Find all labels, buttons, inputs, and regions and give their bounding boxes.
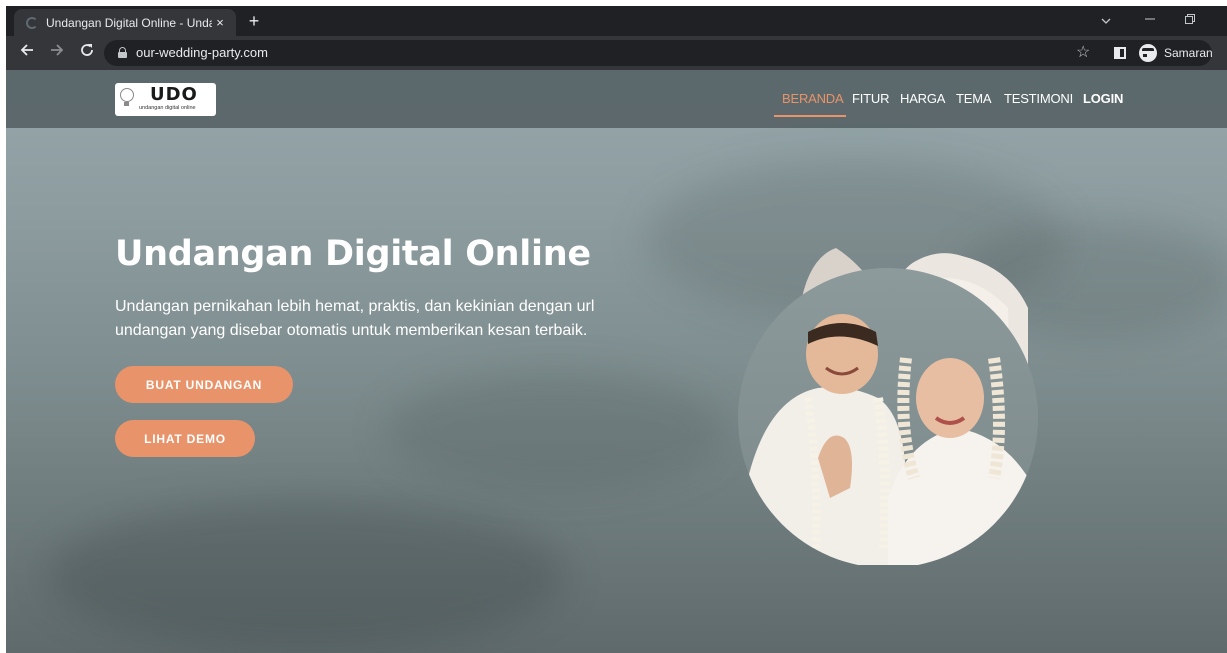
hero-title: Undangan Digital Online	[115, 234, 591, 274]
site-logo[interactable]: UDO undangan digital online	[115, 83, 216, 116]
cloud-texture	[386, 370, 726, 490]
reload-icon[interactable]	[76, 42, 98, 64]
new-tab-button[interactable]: +	[244, 12, 264, 32]
tab-search-icon[interactable]	[1092, 10, 1120, 30]
star-icon[interactable]: ☆	[1076, 42, 1090, 62]
nav-fitur[interactable]: FITUR	[852, 91, 889, 106]
nav-harga[interactable]: HARGA	[900, 91, 945, 106]
web-page: UDO undangan digital online BERANDA FITU…	[6, 70, 1227, 653]
incognito-icon	[1139, 44, 1161, 62]
loading-icon	[26, 16, 38, 29]
browser-toolbar: our-wedding-party.com ☆ Samaran	[6, 36, 1227, 70]
restore-icon[interactable]	[1176, 10, 1204, 30]
tab-strip: Undangan Digital Online - Undan × +	[6, 6, 1227, 36]
side-panel-icon[interactable]	[1114, 47, 1126, 59]
nav-login[interactable]: LOGIN	[1083, 91, 1123, 106]
nav-beranda[interactable]: BERANDA	[782, 91, 844, 106]
close-tab-icon[interactable]: ×	[212, 15, 228, 30]
minimize-icon[interactable]	[1136, 10, 1164, 30]
logo-subtitle: undangan digital online	[139, 105, 196, 111]
back-icon[interactable]	[16, 42, 38, 64]
browser-window: Undangan Digital Online - Undan × + our-…	[6, 6, 1227, 653]
logo-text: UDO	[150, 84, 198, 105]
lock-icon[interactable]	[118, 47, 127, 58]
buat-undangan-button[interactable]: BUAT UNDANGAN	[115, 366, 293, 403]
nav-testimoni[interactable]: TESTIMONI	[1004, 91, 1073, 106]
active-nav-underline	[774, 115, 846, 117]
browser-tab[interactable]: Undangan Digital Online - Undan ×	[14, 9, 236, 36]
site-header: UDO undangan digital online BERANDA FITU…	[6, 70, 1227, 128]
lihat-demo-button[interactable]: LIHAT DEMO	[115, 420, 255, 457]
forward-icon[interactable]	[46, 42, 68, 64]
nav-tema[interactable]: TEMA	[956, 91, 992, 106]
url-text[interactable]: our-wedding-party.com	[136, 45, 268, 60]
address-bar[interactable]: our-wedding-party.com ☆ Samaran	[104, 40, 1213, 66]
lightbulb-icon	[119, 86, 135, 108]
profile-label: Samaran	[1164, 46, 1213, 60]
couple-photo	[738, 248, 1038, 565]
cloud-texture	[46, 500, 566, 650]
hero-subtitle: Undangan pernikahan lebih hemat, praktis…	[115, 298, 595, 339]
incognito-profile-button[interactable]: Samaran	[1139, 42, 1213, 64]
tab-title: Undangan Digital Online - Undan	[46, 15, 212, 30]
